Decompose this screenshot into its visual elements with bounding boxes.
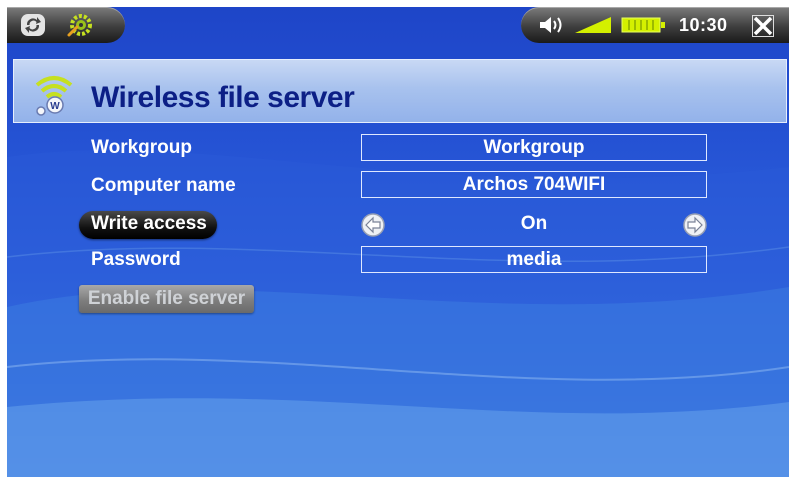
computer-name-field[interactable]: Archos 704WIFI <box>361 171 707 198</box>
password-label: Password <box>91 249 181 270</box>
speaker-icon[interactable] <box>538 15 566 35</box>
battery-icon <box>621 17 665 33</box>
back-icon[interactable] <box>20 13 46 37</box>
settings-gear-icon[interactable] <box>63 11 99 39</box>
page-title: Wireless file server <box>91 81 355 114</box>
arrow-right-icon[interactable] <box>683 213 707 237</box>
workgroup-field[interactable]: Workgroup <box>361 134 707 161</box>
computer-name-label: Computer name <box>91 175 236 196</box>
device-screen: 10:30 W Wireless file server Workgroup W… <box>7 7 789 477</box>
write-access-label: Write access <box>91 213 207 234</box>
wifi-server-icon: W <box>35 76 73 116</box>
write-access-value: On <box>520 213 548 234</box>
signal-strength-icon <box>575 17 611 33</box>
workgroup-label: Workgroup <box>91 137 192 158</box>
password-field[interactable]: media <box>361 246 707 273</box>
clock: 10:30 <box>679 15 728 35</box>
enable-file-server-button[interactable]: Enable file server <box>79 285 254 313</box>
svg-text:W: W <box>50 101 60 112</box>
close-icon[interactable] <box>752 15 774 37</box>
